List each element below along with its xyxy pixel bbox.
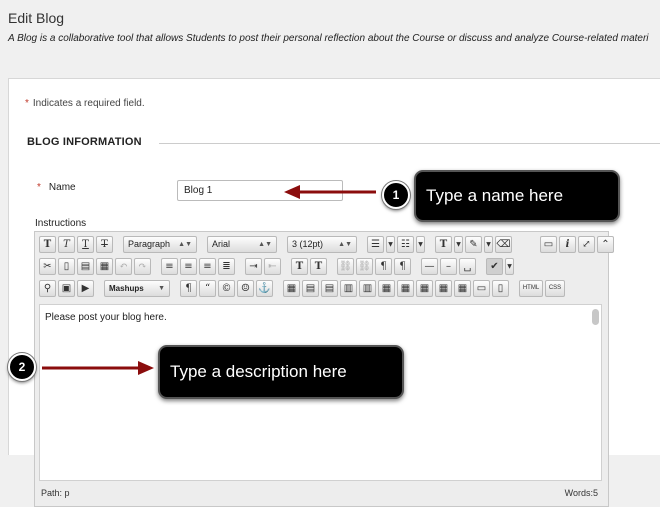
superscript-button[interactable]: T <box>291 257 308 275</box>
chevron-down-icon[interactable]: ▼ <box>454 235 463 253</box>
css-button[interactable]: CSS <box>545 279 565 297</box>
align-left-icon[interactable]: ≡ <box>161 257 178 275</box>
table-delete-row-icon[interactable]: ▤ <box>321 279 338 297</box>
arrow-icon <box>42 361 154 375</box>
callout-badge-2: 2 <box>8 353 36 381</box>
page-description: A Blog is a collaborative tool that allo… <box>8 33 649 44</box>
callout-description-hint: Type a description here <box>158 345 404 399</box>
bullet-list-icon[interactable]: ☰ <box>367 235 384 253</box>
indent-icon[interactable]: ⇥ <box>245 257 262 275</box>
font-size-dropdown-value: 3 (12pt) <box>292 239 324 249</box>
paragraph-dropdown-value: Paragraph <box>128 239 171 249</box>
font-family-dropdown-value: Arial <box>212 239 231 249</box>
section-divider <box>159 143 660 144</box>
callout-badge-1: 1 <box>382 181 410 209</box>
table-merge-icon[interactable]: ▦ <box>416 279 433 297</box>
strikethrough-button[interactable]: T <box>96 235 113 253</box>
editor-content-text: Please post your blog here. <box>45 312 167 323</box>
blockquote-button[interactable]: “ <box>199 279 216 297</box>
undo-icon[interactable]: ↶ <box>115 257 132 275</box>
chevron-down-icon: ▲▼ <box>258 240 272 248</box>
paragraph-rtl-icon[interactable]: ¶ <box>394 257 411 275</box>
separator-icon[interactable]: – <box>440 257 457 275</box>
bold-button[interactable]: T <box>39 235 56 253</box>
emoticon-button[interactable]: ☺ <box>237 279 254 297</box>
required-star: * <box>25 98 29 109</box>
align-right-icon[interactable]: ≡ <box>199 257 216 275</box>
editor-path: Path: p <box>41 488 70 498</box>
required-star: * <box>37 182 41 193</box>
chevron-down-icon: ▲▼ <box>338 240 352 248</box>
name-label: * Name <box>37 182 76 193</box>
page-header: Edit Blog A Blog is a collaborative tool… <box>0 0 660 78</box>
arrow-icon <box>284 185 376 199</box>
table-icon[interactable]: ▦ <box>283 279 300 297</box>
table-row-props-icon[interactable]: ▦ <box>378 279 395 297</box>
toolbar-row-2: ✂ ▯ ▤ ▦ ↶ ↷ ≡ ≡ ≡ ≣ ⇥ ⇤ T T ⛓ ⛓ ¶ ¶ — – … <box>39 256 514 276</box>
info-button[interactable]: i <box>559 235 576 253</box>
unlink-button[interactable]: ⛓ <box>356 257 373 275</box>
editor-scrollbar[interactable] <box>592 309 599 325</box>
paragraph-dropdown[interactable]: Paragraph ▲▼ <box>123 235 197 253</box>
redo-icon[interactable]: ↷ <box>134 257 151 275</box>
section-title: BLOG INFORMATION <box>27 136 142 148</box>
chevron-down-icon[interactable]: ▼ <box>386 235 395 253</box>
attachment-icon[interactable]: ⚲ <box>39 279 56 297</box>
align-center-icon[interactable]: ≡ <box>180 257 197 275</box>
paragraph-mark-icon[interactable]: ¶ <box>180 279 197 297</box>
table-props-icon[interactable]: ▦ <box>454 279 471 297</box>
text-color-button[interactable]: T <box>435 235 452 253</box>
table-col-icon[interactable]: ▯ <box>492 279 509 297</box>
italic-button[interactable]: T <box>58 235 75 253</box>
table-cell-props-icon[interactable]: ▦ <box>397 279 414 297</box>
preview-icon[interactable]: ▭ <box>540 235 557 253</box>
font-size-dropdown[interactable]: 3 (12pt) ▲▼ <box>287 235 357 253</box>
cut-icon[interactable]: ✂ <box>39 257 56 275</box>
highlight-pen-icon[interactable]: ✎ <box>465 235 482 253</box>
table-row-icon[interactable]: ▭ <box>473 279 490 297</box>
nonbreaking-space-icon[interactable]: ␣ <box>459 257 476 275</box>
collapse-toolbar-icon[interactable]: ⌃ <box>597 235 614 253</box>
toolbar-row-1: T T T T Paragraph ▲▼ Arial ▲▼ 3 (12pt) ▲▼ ☰… <box>39 234 614 254</box>
html-button[interactable]: HTML <box>519 279 543 297</box>
subscript-button[interactable]: T <box>310 257 327 275</box>
table-delete-col-icon[interactable]: ▥ <box>359 279 376 297</box>
table-insert-col-icon[interactable]: ▥ <box>340 279 357 297</box>
toolbar-row-3: ⚲ ▣ ▶ Mashups ▼ ¶ “ © ☺ ⚓ ▦ ▤ ▤ ▥ ▥ ▦ ▦ ▦… <box>39 278 565 298</box>
font-family-dropdown[interactable]: Arial ▲▼ <box>207 235 277 253</box>
image-icon[interactable]: ▣ <box>58 279 75 297</box>
outdent-icon[interactable]: ⇤ <box>264 257 281 275</box>
name-label-text: Name <box>48 182 76 193</box>
media-icon[interactable]: ▶ <box>77 279 94 297</box>
chevron-down-icon: ▼ <box>158 284 165 292</box>
align-justify-icon[interactable]: ≣ <box>218 257 235 275</box>
underline-button[interactable]: T <box>77 235 94 253</box>
eraser-icon[interactable]: ⌫ <box>495 235 512 253</box>
page-title: Edit Blog <box>8 10 65 26</box>
callout-name-hint: Type a name here <box>414 170 620 222</box>
chevron-down-icon: ▲▼ <box>178 240 192 248</box>
spellcheck-icon[interactable]: ✔ <box>486 257 503 275</box>
instructions-label: Instructions <box>35 218 87 229</box>
table-split-icon[interactable]: ▦ <box>435 279 452 297</box>
chevron-down-icon[interactable]: ▼ <box>505 257 514 275</box>
required-note-text: Indicates a required field. <box>32 98 145 109</box>
chevron-down-icon[interactable]: ▼ <box>484 235 493 253</box>
numbered-list-icon[interactable]: ☷ <box>397 235 414 253</box>
required-note: * Indicates a required field. <box>25 98 145 109</box>
mashups-dropdown[interactable]: Mashups ▼ <box>104 279 170 297</box>
table-insert-row-icon[interactable]: ▤ <box>302 279 319 297</box>
editor-word-count: Words:5 <box>564 488 598 498</box>
paragraph-ltr-icon[interactable]: ¶ <box>375 257 392 275</box>
copyright-button[interactable]: © <box>218 279 235 297</box>
paste-text-icon[interactable]: ▦ <box>96 257 113 275</box>
fullscreen-icon[interactable]: ⤢ <box>578 235 595 253</box>
link-button[interactable]: ⛓ <box>337 257 354 275</box>
paste-icon[interactable]: ▤ <box>77 257 94 275</box>
mashups-dropdown-value: Mashups <box>109 283 144 293</box>
anchor-button[interactable]: ⚓ <box>256 279 273 297</box>
horizontal-rule-icon[interactable]: — <box>421 257 438 275</box>
copy-icon[interactable]: ▯ <box>58 257 75 275</box>
chevron-down-icon[interactable]: ▼ <box>416 235 425 253</box>
